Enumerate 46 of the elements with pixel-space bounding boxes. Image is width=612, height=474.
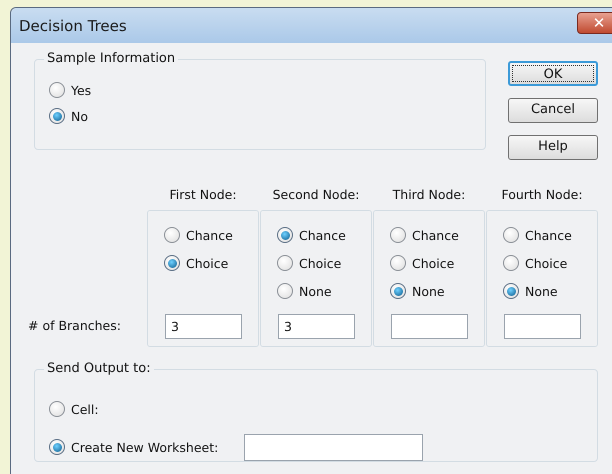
column-header: Second Node: xyxy=(272,187,360,204)
window-title: Decision Trees xyxy=(19,16,127,34)
radio-button[interactable] xyxy=(277,283,293,299)
dialog-button[interactable]: Cancel xyxy=(508,98,598,123)
option-label: Choice xyxy=(299,256,342,270)
option-label: None xyxy=(412,284,445,298)
radio-button[interactable] xyxy=(49,401,65,417)
radio-button[interactable] xyxy=(390,283,406,299)
option-label: No xyxy=(71,108,88,124)
column-header: Third Node: xyxy=(392,187,466,204)
column-header: First Node: xyxy=(168,187,238,204)
option-label: Create New Worksheet: xyxy=(71,440,218,454)
option-label: Chance xyxy=(299,228,346,242)
dialog-button[interactable]: OK xyxy=(508,61,598,86)
radio-button[interactable] xyxy=(49,108,65,124)
option-label: Cell: xyxy=(71,402,99,416)
input-field[interactable] xyxy=(391,314,468,339)
radio-button[interactable] xyxy=(503,283,519,299)
input-field[interactable]: 3 xyxy=(165,314,242,339)
radio-button[interactable] xyxy=(164,227,180,243)
group-label: Sample Information xyxy=(44,51,178,66)
input-field[interactable] xyxy=(504,314,581,339)
radio-button[interactable] xyxy=(277,227,293,243)
option-label: Yes xyxy=(71,82,92,98)
option-label: Choice xyxy=(412,256,454,270)
option-label: Choice xyxy=(525,256,568,270)
radio-button[interactable] xyxy=(49,82,65,98)
radio-button[interactable] xyxy=(503,255,519,271)
option-label: Chance xyxy=(412,228,459,242)
option-label: Choice xyxy=(186,256,228,270)
radio-button[interactable] xyxy=(164,255,180,271)
radio-button[interactable] xyxy=(49,439,65,455)
dialog-button[interactable]: Help xyxy=(508,135,598,160)
option-label: Chance xyxy=(525,228,572,242)
input-field[interactable] xyxy=(244,434,424,460)
option-label: Chance xyxy=(186,228,233,242)
option-label: None xyxy=(299,284,332,298)
radio-button[interactable] xyxy=(277,255,293,271)
radio-button[interactable] xyxy=(503,227,519,243)
radio-button[interactable] xyxy=(390,227,406,243)
field-label: # of Branches: xyxy=(28,318,121,333)
option-label: None xyxy=(525,284,558,298)
input-field[interactable]: 3 xyxy=(278,314,355,339)
column-header: Fourth Node: xyxy=(500,187,584,204)
radio-button[interactable] xyxy=(390,255,406,271)
group-label: Send Output to: xyxy=(44,361,154,376)
